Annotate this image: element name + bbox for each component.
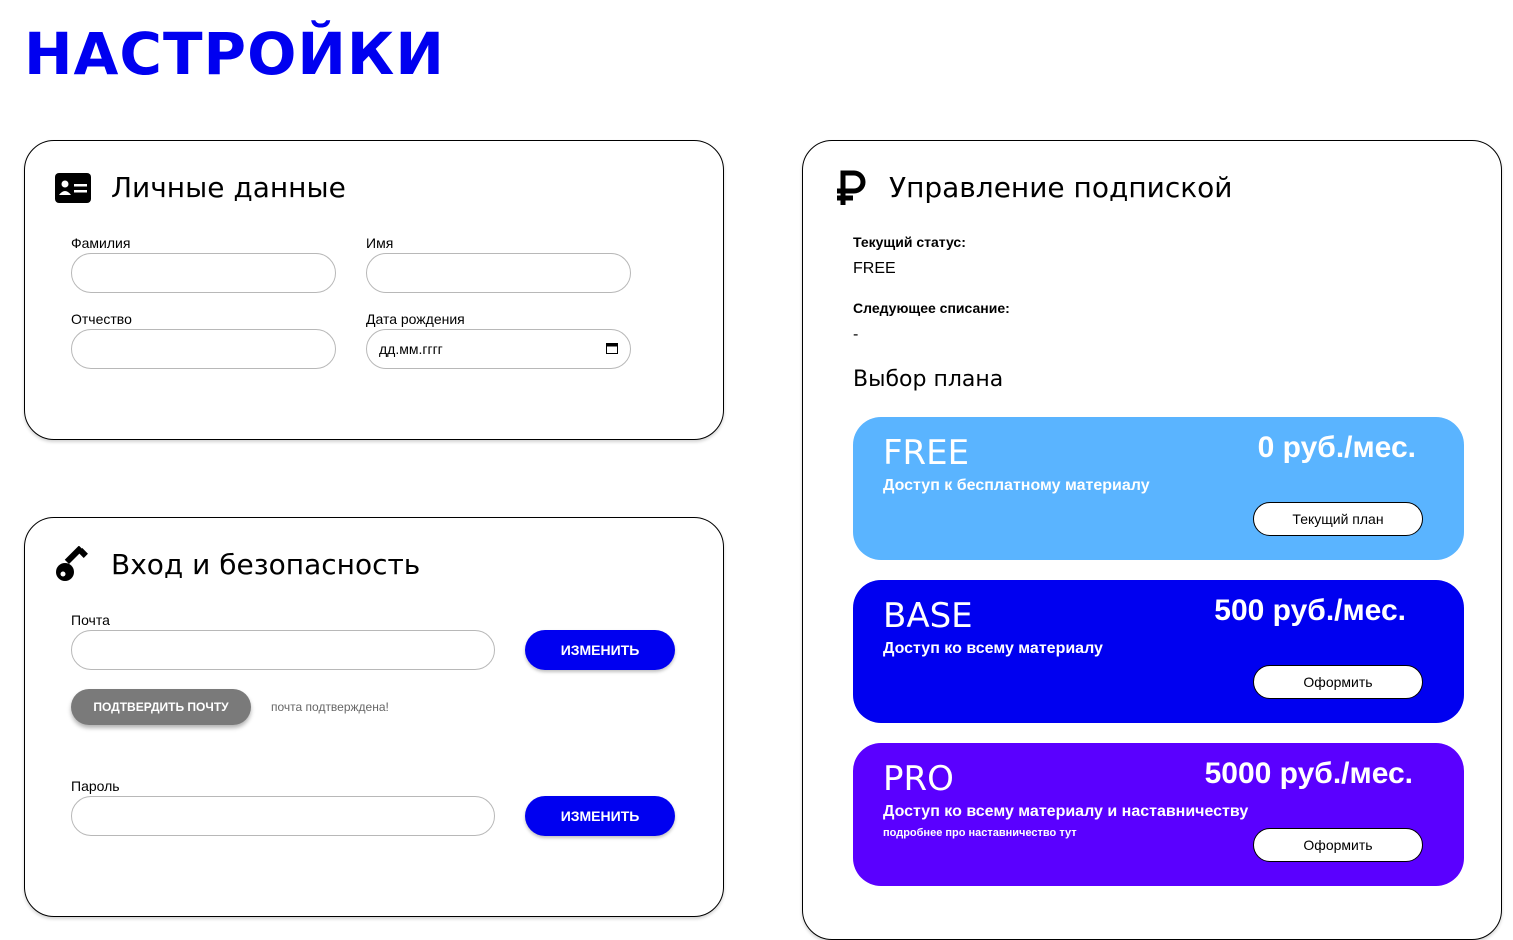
subscription-title: Управление подпиской: [889, 171, 1233, 204]
password-input[interactable]: [71, 796, 495, 836]
middle-name-input[interactable]: [71, 329, 336, 369]
email-input[interactable]: [71, 630, 495, 670]
email-status-text: почта подтверждена!: [271, 700, 389, 714]
plan-price: 0 руб./мес.: [1257, 431, 1416, 464]
personal-data-card: Личные данные Фамилия Имя Отчество Дата …: [24, 140, 724, 440]
status-label: Текущий статус:: [853, 234, 966, 250]
subscription-card: Управление подпиской Текущий статус: FRE…: [802, 140, 1502, 940]
change-password-button[interactable]: ИЗМЕНИТЬ: [525, 796, 675, 836]
password-label: Пароль: [71, 778, 120, 794]
first-name-input[interactable]: [366, 253, 631, 293]
plan-description: Доступ ко всему материалу: [883, 640, 1103, 657]
next-charge-label: Следующее списание:: [853, 300, 1010, 316]
plan-name: FREE: [883, 433, 970, 473]
subscribe-base-button[interactable]: Оформить: [1253, 665, 1423, 699]
plan-card-pro: PRO 5000 руб./мес. Доступ ко всему матер…: [853, 743, 1464, 886]
calendar-icon[interactable]: [606, 341, 618, 357]
last-name-label: Фамилия: [71, 235, 131, 251]
status-value: FREE: [853, 260, 896, 277]
security-card: Вход и безопасность Почта ИЗМЕНИТЬ ПОДТВ…: [24, 517, 724, 917]
plan-description: Доступ ко всему материалу и наставничест…: [883, 803, 1249, 820]
next-charge-value: -: [853, 326, 859, 343]
personal-data-title: Личные данные: [111, 171, 346, 204]
id-card-icon: [55, 173, 91, 208]
first-name-label: Имя: [366, 235, 394, 251]
birth-date-label: Дата рождения: [366, 311, 465, 327]
security-title: Вход и безопасность: [111, 548, 421, 581]
birth-date-input[interactable]: дд.мм.гггг: [366, 329, 631, 369]
plan-price: 5000 руб./мес.: [1204, 757, 1413, 790]
middle-name-label: Отчество: [71, 311, 132, 327]
key-icon: [55, 545, 91, 587]
page-title: НАСТРОЙКИ: [24, 20, 445, 88]
change-email-button[interactable]: ИЗМЕНИТЬ: [525, 630, 675, 670]
subscribe-pro-button[interactable]: Оформить: [1253, 828, 1423, 862]
confirm-email-button[interactable]: ПОДТВЕРДИТЬ ПОЧТУ: [71, 689, 251, 725]
plan-description: Доступ к бесплатному материалу: [883, 477, 1150, 494]
plan-card-free: FREE 0 руб./мес. Доступ к бесплатному ма…: [853, 417, 1464, 560]
plan-price: 500 руб./мес.: [1214, 594, 1406, 627]
plan-name: PRO: [883, 759, 954, 799]
last-name-input[interactable]: [71, 253, 336, 293]
mentorship-more-link[interactable]: подробнее про наставничество тут: [883, 827, 1077, 839]
ruble-icon: [833, 169, 869, 212]
birth-date-placeholder: дд.мм.гггг: [379, 341, 443, 357]
plan-name: BASE: [883, 596, 973, 636]
email-label: Почта: [71, 612, 110, 628]
plan-card-base: BASE 500 руб./мес. Доступ ко всему матер…: [853, 580, 1464, 723]
plan-choice-title: Выбор плана: [853, 367, 1004, 392]
current-plan-button[interactable]: Текущий план: [1253, 502, 1423, 536]
